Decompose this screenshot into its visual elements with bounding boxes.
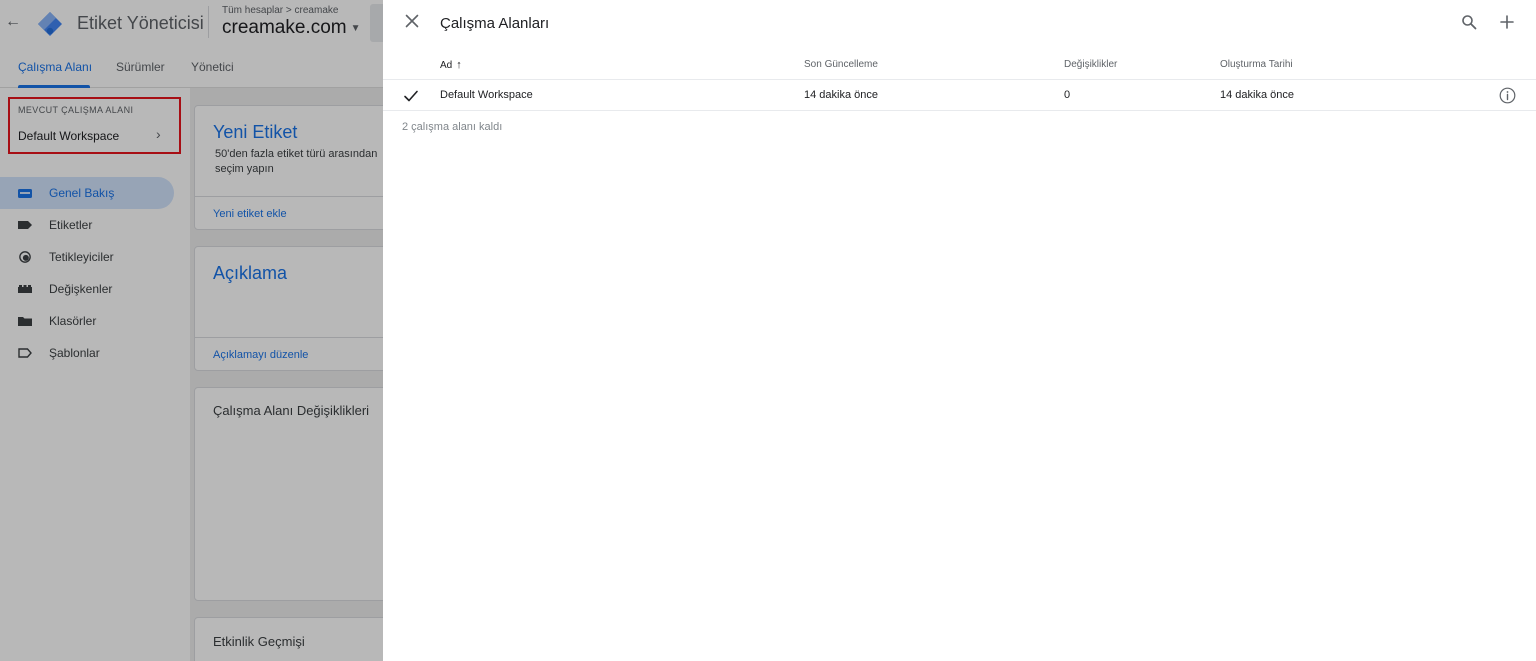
column-header-name[interactable]: Ad ↑ [440, 59, 462, 71]
panel-title: Çalışma Alanları [440, 15, 550, 32]
close-icon[interactable] [404, 13, 420, 29]
last-updated-cell: 14 dakika önce [804, 89, 878, 101]
remaining-workspaces-text: 2 çalışma alanı kaldı [402, 121, 503, 133]
changes-cell: 0 [1064, 89, 1071, 101]
sort-ascending-icon: ↑ [456, 59, 462, 71]
column-header-created[interactable]: Oluşturma Tarihi [1220, 59, 1293, 70]
created-cell: 14 dakika önce [1220, 89, 1294, 101]
workspaces-panel: Çalışma Alanları Ad ↑ Son Güncelleme Deği… [383, 0, 1536, 661]
modal-scrim[interactable] [0, 0, 383, 661]
column-header-changes[interactable]: Değişiklikler [1064, 59, 1117, 70]
info-icon[interactable] [1499, 87, 1516, 104]
search-icon[interactable] [1461, 14, 1477, 30]
check-icon [404, 90, 418, 102]
column-header-name-label: Ad [440, 60, 453, 71]
add-icon[interactable] [1499, 14, 1515, 30]
workspace-name-cell: Default Workspace [440, 89, 533, 101]
table-row[interactable]: Default Workspace 14 dakika önce 0 14 da… [383, 80, 1536, 111]
column-header-last-updated[interactable]: Son Güncelleme [804, 59, 878, 70]
